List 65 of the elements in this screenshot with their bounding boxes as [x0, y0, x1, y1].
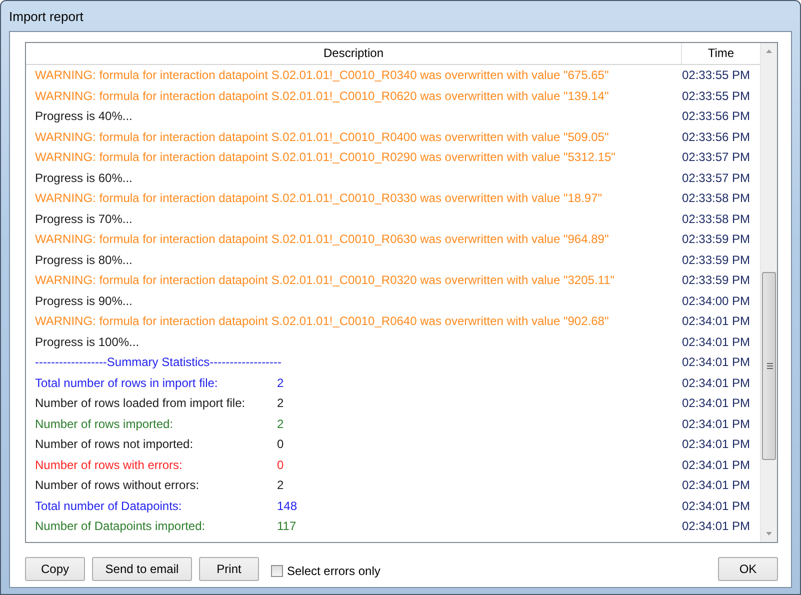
time-cell-text: 02:34:01 PM [682, 355, 752, 370]
time-cell-text: 02:33:55 PM [682, 88, 752, 103]
ok-button[interactable]: OK [718, 557, 778, 581]
message-cell-text: WARNING: formula for interaction datapoint S.02.01.01!_C0010_R0320 was overwritten with value "3205.11" [34, 273, 616, 288]
message-cell-text: WARNING: formula for interaction datapoint S.02.01.01!_C0010_R0290 was overwritten with value "5312.15" [34, 150, 616, 164]
time-cell-text: 02:34:01 PM [682, 437, 752, 452]
time-cell-text: 02:34:01 PM [682, 478, 752, 492]
value-cell-text: 2 [277, 376, 285, 390]
message-cell-text: Number of rows loaded from import file: [34, 396, 246, 410]
time-cell-text: 02:34:01 PM [682, 416, 752, 431]
value-cell-text: 117 [277, 519, 298, 534]
value-cell-text: 2 [277, 478, 285, 492]
message-cell-text: Number of rows not imported: [34, 437, 194, 452]
message-cell-text: Total number of Datapoints: [34, 498, 183, 513]
column-header[interactable]: Description [26, 43, 682, 64]
message-cell-text: ------------------Summary Statistics------------------ [34, 355, 283, 370]
checkbox-label[interactable]: Select errors only [287, 564, 380, 578]
time-cell-text: 02:33:59 PM [682, 252, 752, 267]
window-title: Import report [9, 8, 84, 26]
message-cell-text: Progress is 70%... [34, 212, 134, 226]
message-cell-text: WARNING: formula for interaction datapoint S.02.01.01!_C0010_R0330 was overwritten with value "18.97" [34, 191, 604, 206]
time-cell-text: 02:34:01 PM [682, 396, 752, 410]
message-cell-text: Number of rows imported: [34, 416, 174, 431]
value-cell-text: 2 [277, 396, 285, 410]
value-cell-text: 0 [277, 437, 285, 452]
value-cell-text: 2 [277, 416, 285, 431]
time-cell-text: 02:34:00 PM [682, 294, 752, 308]
action-button[interactable]: Print [199, 557, 259, 581]
message-cell-text: Progress is 60%... [34, 170, 134, 185]
message-cell-text: Number of rows without errors: [34, 478, 200, 492]
time-cell-text: 02:33:56 PM [682, 109, 752, 124]
time-cell-text: 02:33:58 PM [682, 212, 752, 226]
message-cell-text: Progress is 90%... [34, 294, 134, 308]
checkbox[interactable] [271, 565, 283, 577]
time-cell-text: 02:34:01 PM [682, 519, 752, 534]
message-cell-text: WARNING: formula for interaction datapoint S.02.01.01!_C0010_R0640 was overwritten with value "902.68" [34, 314, 610, 328]
time-cell-text: 02:33:58 PM [682, 191, 752, 206]
time-cell-text: 02:33:57 PM [682, 170, 752, 185]
message-cell-text: Number of Datapoints imported: [34, 519, 206, 534]
message-cell-text: WARNING: formula for interaction datapoint S.02.01.01!_C0010_R0620 was overwritten with value "139.14" [34, 88, 610, 103]
time-cell-text: 02:33:55 PM [682, 68, 752, 82]
time-cell-text: 02:33:59 PM [682, 273, 752, 288]
value-cell-text: 0 [277, 458, 285, 472]
message-cell-text: Total number of rows in import file: [34, 376, 219, 390]
message-cell-text: WARNING: formula for interaction datapoint S.02.01.01!_C0010_R0630 was overwritten with value "964.89" [34, 232, 610, 246]
action-button[interactable]: Copy [25, 557, 85, 581]
time-cell-text: 02:33:59 PM [682, 232, 752, 246]
value-cell-text: 148 [277, 498, 298, 513]
time-cell-text: 02:34:01 PM [682, 376, 752, 390]
action-button[interactable]: Send to email [92, 557, 192, 581]
time-cell-text: 02:34:01 PM [682, 334, 752, 349]
message-cell-text: WARNING: formula for interaction datapoint S.02.01.01!_C0010_R0340 was overwritten with value "675.65" [34, 68, 610, 82]
time-cell-text: 02:34:01 PM [682, 458, 752, 472]
message-cell-text: Progress is 40%... [34, 109, 134, 124]
scrollbar[interactable] [760, 43, 777, 542]
message-cell-text: WARNING: formula for interaction datapoint S.02.01.01!_C0010_R0400 was overwritten with value "509.05" [34, 130, 610, 144]
message-cell-text: Progress is 100%... [34, 334, 140, 349]
time-cell-text: 02:33:57 PM [682, 150, 752, 164]
message-cell-text: Progress is 80%... [34, 252, 134, 267]
time-cell-text: 02:34:01 PM [682, 498, 752, 513]
column-header[interactable]: Time [682, 43, 760, 64]
time-cell-text: 02:34:01 PM [682, 314, 752, 328]
scroll-thumb[interactable] [762, 272, 776, 460]
time-cell-text: 02:33:56 PM [682, 130, 752, 144]
message-cell-text: Number of rows with errors: [34, 458, 184, 472]
